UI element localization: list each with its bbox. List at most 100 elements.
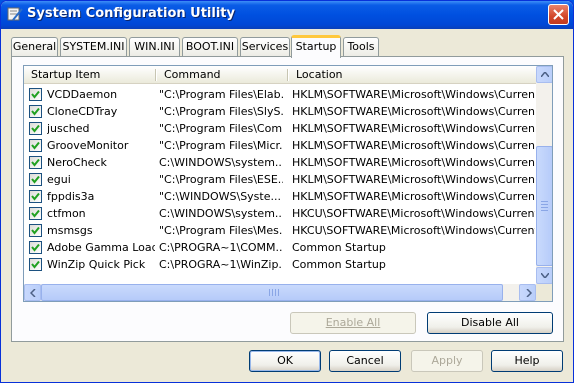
apply-button[interactable]: Apply (411, 350, 483, 372)
checkmark-icon (31, 107, 40, 116)
startup-row[interactable]: WinZip Quick Pick C:\PROGRA~1\WinZip... Co… (24, 256, 536, 273)
startup-location: Common Startup (292, 258, 386, 271)
vertical-scroll-thumb[interactable] (536, 146, 552, 266)
startup-row[interactable]: VCDDaemon "C:\Program Files\Elab... HKLM\S… (24, 86, 536, 103)
startup-item-name: CloneCDTray (47, 105, 118, 118)
enable-checkbox[interactable] (29, 224, 42, 237)
startup-location: HKLM\SOFTWARE\Microsoft\Windows\CurrentV… (292, 156, 535, 169)
startup-item-name: egui (47, 173, 71, 186)
scroll-up-button[interactable] (536, 66, 552, 83)
startup-command: C:\PROGRA~1\COMM... (159, 241, 283, 254)
checkmark-icon (31, 124, 40, 133)
startup-command: "C:\Program Files\Elab... (159, 88, 283, 101)
window-title: System Configuration Utility (27, 6, 235, 21)
startup-command: "C:\Program Files\Com... (159, 122, 283, 135)
startup-location: HKCU\SOFTWARE\Microsoft\Windows\CurrentV… (292, 207, 535, 220)
column-header-startup-item[interactable]: Startup Item (24, 66, 155, 84)
disable-all-label: Disable All (461, 316, 519, 329)
horizontal-scroll-thumb[interactable] (41, 284, 503, 301)
startup-item-name: ctfmon (47, 207, 86, 220)
startup-item-name: NeroCheck (47, 156, 107, 169)
checkmark-icon (31, 192, 40, 201)
checkmark-icon (31, 175, 40, 184)
startup-list[interactable]: Startup Item Command Location VCDDaemon "… (23, 65, 553, 302)
tab-win-ini[interactable]: WIN.INI (129, 37, 180, 57)
startup-location: HKLM\SOFTWARE\Microsoft\Windows\CurrentV… (292, 122, 535, 135)
close-icon (553, 9, 564, 20)
startup-command: C:\WINDOWS\system... (159, 156, 283, 169)
tab-startup[interactable]: Startup (291, 35, 341, 58)
startup-row[interactable]: msmsgs "C:\Program Files\Mes... HKCU\SOFTW… (24, 222, 536, 239)
startup-item-name: WinZip Quick Pick (47, 258, 146, 271)
startup-item-name: msmsgs (47, 224, 93, 237)
enable-checkbox[interactable] (29, 122, 42, 135)
startup-command: "C:\Program Files\SlyS... (159, 105, 283, 118)
tab-system-ini[interactable]: SYSTEM.INI (60, 37, 127, 57)
enable-all-label: Enable All (325, 316, 381, 329)
vertical-scrollbar[interactable] (536, 66, 552, 284)
startup-command: "C:\WINDOWS\Syste... (159, 190, 281, 203)
enable-checkbox[interactable] (29, 207, 42, 220)
startup-row[interactable]: CloneCDTray "C:\Program Files\SlyS... HKLM… (24, 103, 536, 120)
tab-services[interactable]: Services (240, 37, 290, 57)
disable-all-button[interactable]: Disable All (427, 312, 553, 334)
startup-command: "C:\Program Files\Micr... (159, 139, 283, 152)
list-header: Startup Item Command Location (24, 66, 536, 84)
enable-checkbox[interactable] (29, 156, 42, 169)
scroll-right-button[interactable] (519, 284, 536, 301)
enable-all-button[interactable]: Enable All (290, 312, 416, 334)
startup-row[interactable]: ctfmon C:\WINDOWS\system... HKCU\SOFTWARE\… (24, 205, 536, 222)
scroll-down-button[interactable] (536, 267, 552, 284)
startup-row[interactable]: fppdis3a "C:\WINDOWS\Syste... HKLM\SOFTWAR… (24, 188, 536, 205)
startup-command: C:\PROGRA~1\WinZip... (159, 258, 283, 271)
enable-checkbox[interactable] (29, 258, 42, 271)
enable-checkbox[interactable] (29, 173, 42, 186)
column-header-command[interactable]: Command (157, 66, 287, 84)
checkmark-icon (31, 226, 40, 235)
enable-checkbox[interactable] (29, 88, 42, 101)
scroll-left-button[interactable] (24, 284, 41, 301)
startup-row[interactable]: NeroCheck C:\WINDOWS\system... HKLM\SOFTWA… (24, 154, 536, 171)
title-bar[interactable]: System Configuration Utility (1, 1, 573, 29)
startup-row[interactable]: jusched "C:\Program Files\Com... HKLM\SOFT… (24, 120, 536, 137)
startup-command: "C:\Program Files\ESE... (159, 173, 283, 186)
arrow-left-icon (30, 289, 36, 297)
tab-general[interactable]: General (11, 37, 58, 57)
tab-tools[interactable]: Tools (343, 37, 379, 57)
checkmark-icon (31, 260, 40, 269)
checkmark-icon (31, 209, 40, 218)
startup-location: HKLM\SOFTWARE\Microsoft\Windows\CurrentV… (292, 173, 535, 186)
horizontal-scrollbar[interactable] (24, 284, 536, 301)
close-button[interactable] (548, 4, 569, 25)
startup-tab-panel: Startup Item Command Location VCDDaemon "… (11, 56, 564, 342)
startup-location: HKLM\SOFTWARE\Microsoft\Windows\CurrentV… (292, 139, 535, 152)
ok-button[interactable]: OK (249, 350, 321, 372)
startup-command: "C:\Program Files\Mes... (159, 224, 283, 237)
startup-command: C:\WINDOWS\system... (159, 207, 283, 220)
arrow-down-icon (541, 273, 549, 278)
startup-row[interactable]: GrooveMonitor "C:\Program Files\Micr... HK… (24, 137, 536, 154)
enable-checkbox[interactable] (29, 241, 42, 254)
enable-checkbox[interactable] (29, 190, 42, 203)
startup-item-name: VCDDaemon (47, 88, 118, 101)
cancel-button[interactable]: Cancel (329, 350, 401, 372)
tab-boot-ini[interactable]: BOOT.INI (182, 37, 238, 57)
checkmark-icon (31, 90, 40, 99)
startup-location: HKLM\SOFTWARE\Microsoft\Windows\CurrentV… (292, 190, 535, 203)
startup-row[interactable]: Adobe Gamma Loader C:\PROGRA~1\COMM... Com… (24, 239, 536, 256)
msconfig-app-icon (7, 6, 23, 22)
startup-rows: VCDDaemon "C:\Program Files\Elab... HKLM\S… (24, 86, 536, 273)
checkmark-icon (31, 141, 40, 150)
checkmark-icon (31, 158, 40, 167)
startup-item-name: fppdis3a (47, 190, 95, 203)
enable-checkbox[interactable] (29, 139, 42, 152)
startup-location: Common Startup (292, 241, 386, 254)
startup-location: HKLM\SOFTWARE\Microsoft\Windows\CurrentV… (292, 105, 535, 118)
help-button[interactable]: Help (491, 350, 563, 372)
checkmark-icon (31, 243, 40, 252)
startup-item-name: jusched (47, 122, 90, 135)
startup-item-name: GrooveMonitor (47, 139, 129, 152)
column-header-location[interactable]: Location (289, 66, 536, 84)
enable-checkbox[interactable] (29, 105, 42, 118)
startup-row[interactable]: egui "C:\Program Files\ESE... HKLM\SOFTWAR… (24, 171, 536, 188)
